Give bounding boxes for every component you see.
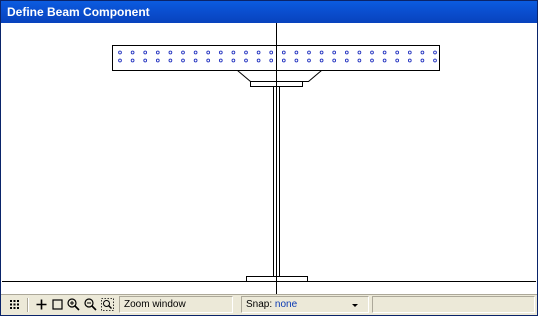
stud-dot <box>281 50 286 55</box>
chevron-down-icon[interactable] <box>352 304 358 307</box>
zoom-in-icon[interactable] <box>66 297 81 312</box>
stud-dot <box>181 50 185 55</box>
window-title: Define Beam Component <box>7 5 150 19</box>
stud-dot <box>118 50 122 55</box>
stud-dot <box>168 50 173 55</box>
stud-dot <box>395 58 400 63</box>
stud-dot <box>168 58 173 63</box>
stud-dot <box>344 58 349 63</box>
stud-dot <box>181 58 185 63</box>
stud-dot <box>420 58 425 63</box>
stud-dot <box>433 50 437 55</box>
stud-dot <box>193 50 198 55</box>
toolbar-separator <box>27 298 29 312</box>
stud-dot <box>130 50 135 55</box>
stud-dot <box>218 58 223 63</box>
stud-dot <box>307 50 311 55</box>
stud-dot <box>193 58 198 63</box>
zoom-window-icon[interactable] <box>100 297 115 312</box>
stud-dot <box>395 50 400 55</box>
stud-dot <box>269 58 274 63</box>
stud-dot <box>332 58 337 63</box>
snap-select[interactable]: Snap: none <box>241 296 369 313</box>
stud-dot <box>130 58 135 63</box>
snap-value: none <box>274 299 298 310</box>
stud-dot <box>155 50 160 55</box>
beam-drawing <box>2 23 536 294</box>
stud-dot <box>319 50 324 55</box>
stud-dot <box>382 58 387 63</box>
snap-label: Snap: <box>246 299 275 310</box>
stud-dot <box>206 58 211 63</box>
stud-dot <box>344 50 349 55</box>
stud-dot <box>382 50 387 55</box>
stud-dot <box>269 50 274 55</box>
stud-dot <box>256 50 261 55</box>
stud-dot <box>244 58 248 63</box>
stud-dot <box>143 58 148 63</box>
stud-dot <box>206 50 211 55</box>
zoom-out-icon[interactable] <box>83 297 98 312</box>
haunch-outline <box>237 70 322 82</box>
empty-status-pane <box>372 296 535 313</box>
stud-dot <box>357 50 362 55</box>
stud-dot <box>294 50 299 55</box>
stud-dot <box>231 50 236 55</box>
stud-dot <box>357 58 362 63</box>
status-bar: Zoom window Snap: none <box>1 294 537 315</box>
stud-dot <box>407 50 412 55</box>
define-beam-component-window: Define Beam Component Zoom window Snap: … <box>0 0 538 316</box>
grid-icon[interactable] <box>7 297 22 312</box>
stud-dot <box>155 58 160 63</box>
drawing-canvas[interactable] <box>2 23 536 294</box>
stud-dot <box>370 50 374 55</box>
stud-dot <box>307 58 311 63</box>
stud-dot <box>332 50 337 55</box>
shear-stud-dots <box>118 50 437 63</box>
pan-icon[interactable] <box>34 297 49 312</box>
stud-dot <box>118 58 122 63</box>
mode-status-pane: Zoom window <box>119 296 233 313</box>
mode-status-text: Zoom window <box>124 299 186 310</box>
select-box-icon[interactable] <box>50 297 65 312</box>
stud-dot <box>294 58 299 63</box>
stud-dot <box>231 58 236 63</box>
stud-dot <box>407 58 412 63</box>
stud-dot <box>218 50 223 55</box>
stud-dot <box>256 58 261 63</box>
stud-dot <box>433 58 437 63</box>
stud-dot <box>319 58 324 63</box>
stud-dot <box>420 50 425 55</box>
title-bar[interactable]: Define Beam Component <box>1 1 537 23</box>
stud-dot <box>143 50 148 55</box>
stud-dot <box>244 50 248 55</box>
stud-dot <box>370 58 374 63</box>
stud-dot <box>281 58 286 63</box>
